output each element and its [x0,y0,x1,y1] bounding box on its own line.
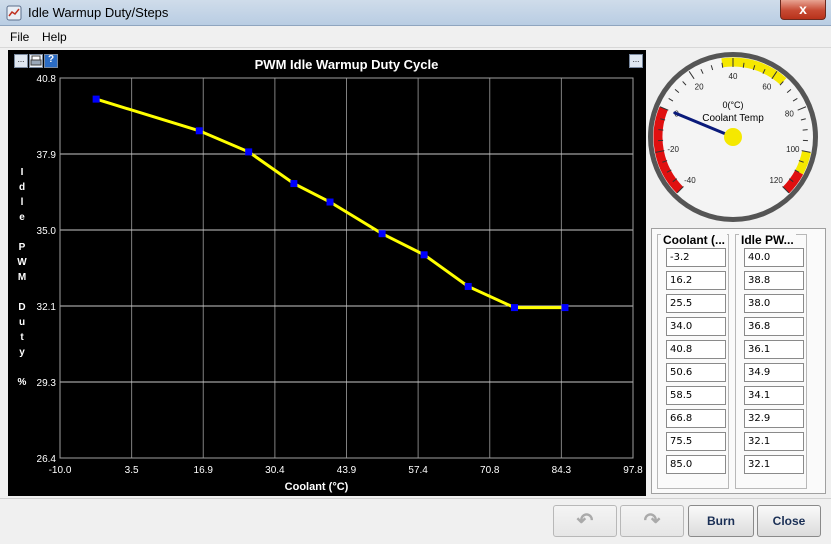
print-icon[interactable] [29,54,43,68]
x-tick-label: 16.9 [194,465,214,476]
idle-pwm-cell[interactable]: 38.0 [744,294,804,313]
menu-file[interactable]: File [10,30,29,44]
coolant-cell[interactable]: 16.2 [666,271,726,290]
idle-pwm-cell[interactable]: 32.1 [744,432,804,451]
line-chart[interactable]: PWM Idle Warmup Duty Cycle -10.0 3.5 16.9 30… [8,50,646,496]
chart-panel: PWM Idle Warmup Duty Cycle -10.0 3.5 16.9 30… [8,50,646,496]
gauge-tick-label: -40 [684,176,696,185]
y-tick-label: 35.0 [37,226,57,237]
data-point [245,148,253,156]
app-window: Idle Warmup Duty/Steps x File Help PWM I… [0,0,831,544]
y-tick-label: 40.8 [37,74,57,85]
data-point [378,230,386,238]
window-close-button[interactable]: x [780,0,826,20]
coolant-column: Coolant (... -3.2 16.2 25.5 34.0 40.8 50.6 58.… [657,233,729,489]
idle-pwm-cell[interactable]: 34.1 [744,386,804,405]
coolant-cell[interactable]: 58.5 [666,386,726,405]
gauge-title: Coolant Temp [702,113,764,124]
coolant-cell[interactable]: 85.0 [666,455,726,474]
idle-pwm-cell[interactable]: 40.0 [744,248,804,267]
chart-title: PWM Idle Warmup Duty Cycle [255,57,439,72]
idle-pwm-cell[interactable]: 38.8 [744,271,804,290]
x-tick-label: 43.9 [337,465,357,476]
data-point [561,304,569,312]
x-tick-label: -10.0 [49,465,72,476]
coolant-cell[interactable]: 34.0 [666,317,726,336]
window-title: Idle Warmup Duty/Steps [28,5,169,20]
gauge-tick-label: 80 [785,110,794,119]
chart-menu-button[interactable]: ... [629,54,643,68]
gauge-hub [724,128,742,146]
chart-options-button[interactable]: ... [14,54,28,68]
coolant-gauge: -40-200204060801001200(°C)Coolant Temp [648,52,818,222]
x-tick-label: 70.8 [480,465,500,476]
coolant-cell[interactable]: 50.6 [666,363,726,382]
idle-pwm-cell[interactable]: 32.1 [744,455,804,474]
help-icon[interactable]: ? [44,54,58,68]
menu-help[interactable]: Help [42,30,67,44]
idle-pwm-cell[interactable]: 36.8 [744,317,804,336]
data-point [510,304,518,312]
coolant-cell[interactable]: 75.5 [666,432,726,451]
burn-button[interactable]: Burn [688,505,754,537]
menu-bar: File Help [0,26,831,48]
gauge-tick-label: 100 [786,145,800,154]
idle-pwm-cell[interactable]: 36.1 [744,340,804,359]
y-tick-label: 29.3 [37,378,57,389]
y-tick-label: 32.1 [37,302,57,313]
coolant-column-header: Coolant (... [661,233,727,247]
gauge-tick-label: 40 [729,72,738,81]
button-bar: ↶ ↷ Burn Close [0,498,831,544]
gauge-tick-label: -20 [667,145,679,154]
gauge-unit: 0(°C) [722,100,743,110]
gauge-tick-label: 60 [762,82,771,91]
idle-pwm-column-header: Idle PW... [739,233,796,247]
coolant-cell[interactable]: 66.8 [666,409,726,428]
data-point [464,282,472,290]
idle-pwm-cell[interactable]: 34.9 [744,363,804,382]
x-tick-label: 84.3 [552,465,572,476]
idle-pwm-column: Idle PW... 40.0 38.8 38.0 36.8 36.1 34.9 34.1 3… [735,233,807,489]
table-panel: Coolant (... -3.2 16.2 25.5 34.0 40.8 50.6 58.… [651,228,826,494]
data-point [290,180,298,188]
undo-button[interactable]: ↶ [553,505,617,537]
title-bar: Idle Warmup Duty/Steps x [0,0,831,26]
x-tick-label: 57.4 [408,465,428,476]
right-panel: -40-200204060801001200(°C)Coolant Temp C… [648,50,831,496]
x-tick-label: 3.5 [125,465,139,476]
data-point [326,198,334,206]
data-point [92,95,100,103]
x-tick-label: 30.4 [265,465,285,476]
y-tick-label: 26.4 [37,454,57,465]
gauge-tick-label: 120 [769,176,783,185]
x-axis-label: Coolant (°C) [285,481,349,493]
data-point [195,127,203,135]
coolant-cell[interactable]: 25.5 [666,294,726,313]
y-axis-label: I d l e P W M D u t y % [17,167,27,388]
app-icon [6,5,22,21]
y-tick-label: 37.9 [37,150,57,161]
idle-pwm-cell[interactable]: 32.9 [744,409,804,428]
close-button[interactable]: Close [757,505,821,537]
redo-button[interactable]: ↷ [620,505,684,537]
x-tick-label: 97.8 [623,465,643,476]
coolant-cell[interactable]: -3.2 [666,248,726,267]
data-point [420,251,428,259]
coolant-cell[interactable]: 40.8 [666,340,726,359]
gauge-tick-label: 20 [695,82,704,91]
